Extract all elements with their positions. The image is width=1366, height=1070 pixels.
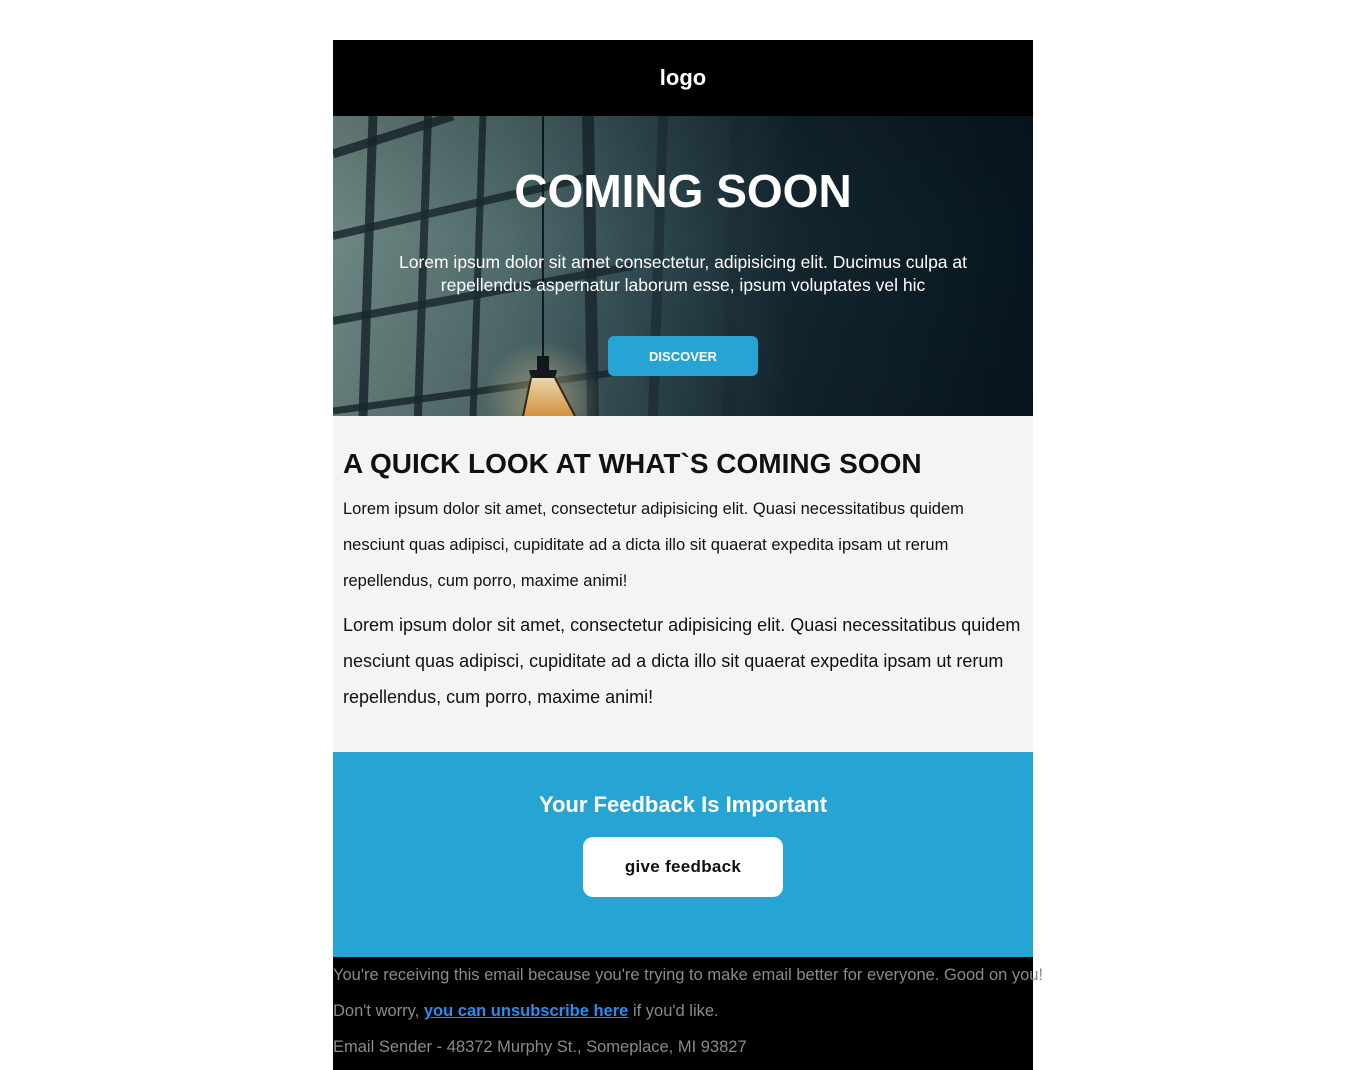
footer-unsubscribe-suffix: if you'd like. xyxy=(628,1002,719,1020)
email-footer: You're receiving this email because you'… xyxy=(333,957,1044,1070)
footer-unsubscribe-line: Don't worry, you can unsubscribe here if… xyxy=(333,993,1033,1029)
content-paragraph-1: Lorem ipsum dolor sit amet, consectetur … xyxy=(343,500,964,590)
footer-unsubscribe-prefix: Don't worry, xyxy=(333,1002,424,1020)
content-paragraph-2: Lorem ipsum dolor sit amet, consectetur … xyxy=(343,615,1021,707)
footer-address: Email Sender - 48372 Murphy St., Somepla… xyxy=(333,1038,747,1056)
footer-notice: You're receiving this email because you'… xyxy=(333,966,1044,984)
give-feedback-button[interactable]: give feedback xyxy=(583,837,783,897)
logo: logo xyxy=(659,65,707,90)
feedback-section: Your Feedback Is Important give feedback xyxy=(333,752,1033,957)
hero-banner: COMING SOON Lorem ipsum dolor sit amet c… xyxy=(333,116,1033,416)
email-container: logo COMING SOON Lorem ipsum dolor sit a… xyxy=(333,40,1044,1070)
feedback-title: Your Feedback Is Important xyxy=(538,792,828,817)
email-header: logo xyxy=(333,40,1033,116)
hero-description: Lorem ipsum dolor sit amet consectetur, … xyxy=(398,252,968,295)
content-heading: A QUICK LOOK AT WHAT`S COMING SOON xyxy=(343,448,922,479)
hero-title: COMING SOON xyxy=(514,165,852,217)
unsubscribe-link[interactable]: you can unsubscribe here xyxy=(424,1002,628,1020)
content-section: A QUICK LOOK AT WHAT`S COMING SOON Lorem… xyxy=(333,416,1033,752)
discover-button[interactable]: DISCOVER xyxy=(608,336,758,376)
